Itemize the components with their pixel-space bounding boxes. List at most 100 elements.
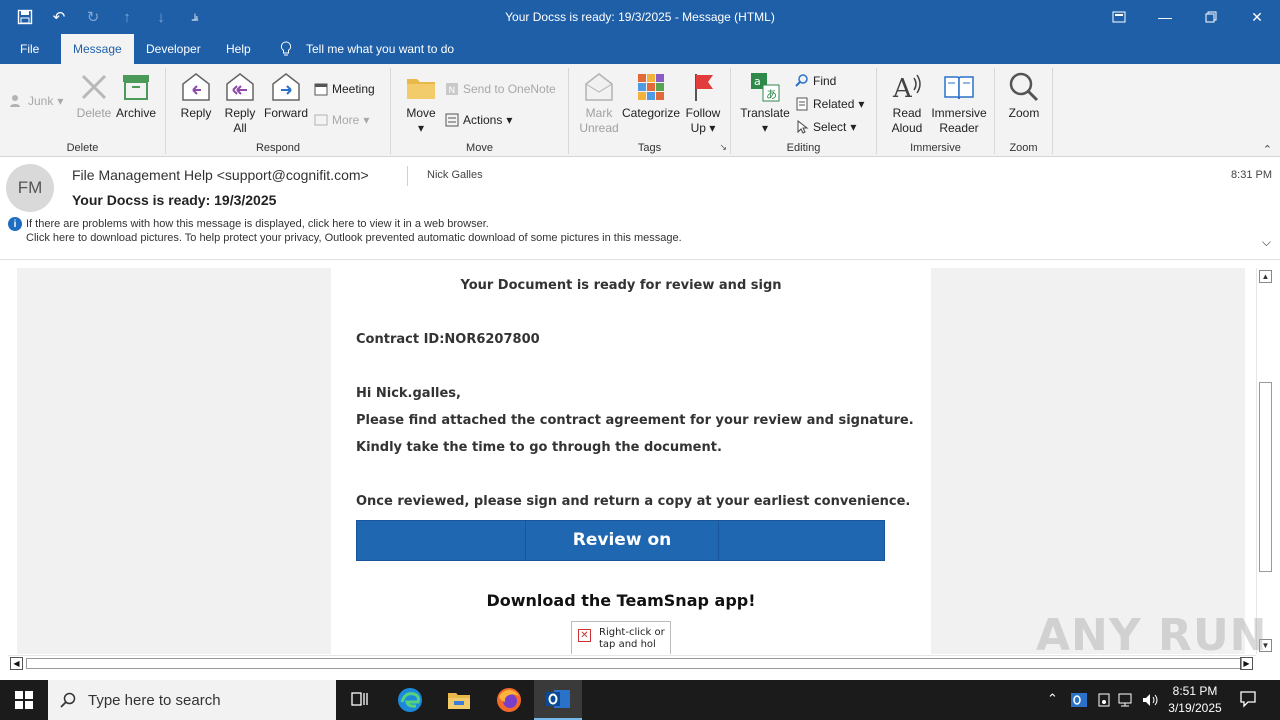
review-docusign-button[interactable]: Review on Docusign — [356, 520, 885, 589]
select-cursor-icon — [795, 119, 809, 134]
actions-button[interactable]: Actions ▾ — [445, 113, 512, 127]
vertical-scrollbar[interactable]: ▲ ▼ — [1256, 268, 1273, 654]
sender[interactable]: File Management Help <support@cognifit.c… — [72, 167, 369, 183]
tab-help[interactable]: Help — [226, 34, 251, 64]
ribbon-group-respond: Reply Reply All Forward Meeting More ▾ R… — [166, 68, 391, 154]
ribbon-group-editing: aあ Translate ▾ Find Related ▾ Select ▾ Ed… — [731, 68, 877, 154]
body-line-3: Once reviewed, please sign and return a … — [356, 494, 911, 509]
taskbar-search[interactable]: Type here to search — [48, 680, 336, 720]
taskbar-clock[interactable]: 8:51 PM 3/19/2025 — [1160, 683, 1230, 717]
translate-button[interactable]: aあ Translate ▾ — [737, 70, 793, 136]
group-label-zoom: Zoom — [1009, 142, 1038, 154]
windows-logo-icon — [15, 691, 33, 709]
mark-unread-button[interactable]: Mark Unread — [577, 70, 621, 136]
taskbar-firefox[interactable] — [485, 680, 533, 720]
body-line-1: Please find attached the contract agreem… — [356, 413, 914, 428]
group-label-respond: Respond — [255, 142, 301, 154]
info-bar-browser[interactable]: If there are problems with how this mess… — [26, 218, 489, 230]
immersive-reader-button[interactable]: Immersive Reader — [929, 70, 989, 136]
tab-message[interactable]: Message — [61, 34, 134, 64]
taskbar-edge[interactable] — [386, 680, 434, 720]
blocked-image-text: Right-click or tap and hol — [599, 627, 665, 650]
tab-developer[interactable]: Developer — [146, 34, 201, 64]
body-right-margin — [931, 268, 1245, 654]
junk-button[interactable]: Junk ▾ — [10, 94, 63, 108]
clock-date: 3/19/2025 — [1168, 701, 1222, 715]
reply-all-button[interactable]: Reply All — [220, 70, 260, 136]
group-label-immersive: Immersive — [910, 142, 961, 154]
ribbon-group-zoom: Zoom Zoom — [995, 68, 1053, 154]
onenote-icon: N — [445, 82, 459, 96]
network-icon[interactable] — [1118, 692, 1136, 711]
reply-all-icon — [226, 73, 254, 101]
taskbar-outlook[interactable] — [534, 680, 582, 720]
translate-icon: aあ — [751, 73, 780, 102]
flag-icon — [695, 74, 713, 101]
network-device-icon[interactable] — [1096, 692, 1112, 711]
review-docusign-label: Review on Docusign — [525, 521, 719, 589]
volume-icon[interactable] — [1142, 692, 1160, 711]
send-to-onenote-button[interactable]: N Send to OneNote — [445, 82, 556, 96]
meeting-button[interactable]: Meeting — [314, 82, 375, 96]
group-label-delete: Delete — [66, 142, 99, 154]
tags-dialog-launcher-icon[interactable]: ↘ — [719, 142, 727, 153]
reply-button[interactable]: Reply — [176, 70, 216, 121]
task-view-icon — [351, 692, 368, 706]
related-icon — [795, 97, 809, 111]
outlook-icon — [546, 690, 570, 708]
select-button[interactable]: Select ▾ — [795, 119, 856, 134]
mark-unread-icon — [585, 73, 613, 101]
app-download-title: Download the TeamSnap app! — [486, 591, 756, 610]
svg-text:A: A — [892, 74, 913, 104]
watermark: ANY RUN — [1036, 610, 1268, 661]
follow-up-button[interactable]: Follow Up ▾ — [681, 70, 725, 136]
file-explorer-icon — [448, 693, 470, 709]
find-button[interactable]: Find — [795, 74, 836, 88]
outlook-tray-icon[interactable] — [1071, 692, 1087, 711]
taskbar: Type here to search ⌃ 8:51 PM 3/19/2025 — [0, 680, 1280, 720]
categorize-button[interactable]: Categorize — [621, 70, 681, 121]
task-view-button[interactable] — [336, 680, 384, 720]
taskbar-file-explorer[interactable] — [435, 680, 483, 720]
tab-file[interactable]: File — [20, 34, 39, 64]
show-hidden-icons[interactable]: ⌃ — [1047, 691, 1058, 707]
search-placeholder: Type here to search — [88, 692, 221, 709]
blocked-image-placeholder[interactable]: ✕ Right-click or tap and hol — [571, 621, 671, 654]
notifications-icon[interactable] — [1239, 690, 1257, 711]
meeting-icon — [314, 82, 328, 96]
recipient[interactable]: Nick Galles — [427, 169, 483, 181]
ribbon-display-icon[interactable] — [1096, 0, 1142, 34]
scroll-left-icon[interactable]: ◀ — [10, 657, 23, 670]
archive-button[interactable]: Archive — [114, 70, 158, 121]
info-bar-pictures[interactable]: Click here to download pictures. To help… — [26, 232, 682, 244]
folder-icon — [407, 79, 435, 99]
close-icon[interactable]: ✕ — [1234, 0, 1280, 34]
lightbulb-icon — [280, 34, 292, 64]
move-button[interactable]: Move ▾ — [401, 70, 441, 136]
forward-button[interactable]: Forward — [262, 70, 310, 121]
more-respond-button[interactable]: More ▾ — [314, 113, 369, 127]
related-button[interactable]: Related ▾ — [795, 97, 864, 111]
expand-header-icon[interactable]: ⌵ — [1262, 235, 1271, 250]
message-subject: Your Docss is ready: 19/3/2025 — [72, 192, 277, 208]
zoom-button[interactable]: Zoom — [1003, 70, 1045, 121]
read-aloud-button[interactable]: A Read Aloud — [883, 70, 931, 136]
minimize-icon[interactable]: — — [1142, 0, 1188, 34]
body-left-margin — [17, 268, 331, 654]
delete-button[interactable]: Delete — [74, 70, 114, 121]
ribbon-group-delete: Junk ▾ Delete Archive Delete — [0, 68, 166, 154]
scroll-up-icon[interactable]: ▲ — [1259, 270, 1272, 283]
immersive-reader-icon — [944, 76, 974, 100]
tell-me-search[interactable]: Tell me what you want to do — [306, 34, 454, 64]
ribbon-group-tags: Mark Unread Categorize Follow Up ▾ Tags … — [569, 68, 731, 154]
collapse-ribbon-icon[interactable]: ⌃ — [1263, 143, 1272, 156]
restore-icon[interactable] — [1188, 0, 1234, 34]
group-label-tags: Tags — [637, 142, 662, 154]
start-button[interactable] — [0, 680, 48, 720]
broken-image-icon: ✕ — [578, 629, 591, 642]
received-time: 8:31 PM — [1231, 169, 1272, 181]
categorize-icon — [638, 74, 664, 100]
actions-icon — [445, 113, 459, 127]
vertical-scroll-thumb[interactable] — [1259, 382, 1272, 572]
svg-text:N: N — [449, 86, 456, 96]
